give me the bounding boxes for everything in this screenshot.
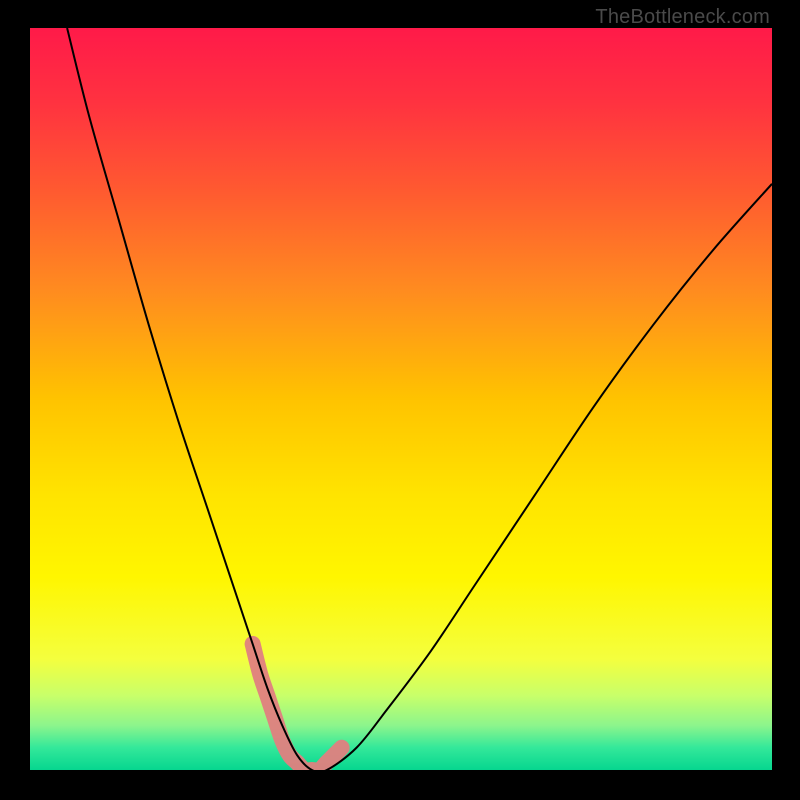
chart-stage: TheBottleneck.com <box>0 0 800 800</box>
watermark-text: TheBottleneck.com <box>595 6 770 29</box>
chart-svg <box>30 28 772 770</box>
gradient-background <box>30 28 772 770</box>
plot-area <box>30 28 772 770</box>
